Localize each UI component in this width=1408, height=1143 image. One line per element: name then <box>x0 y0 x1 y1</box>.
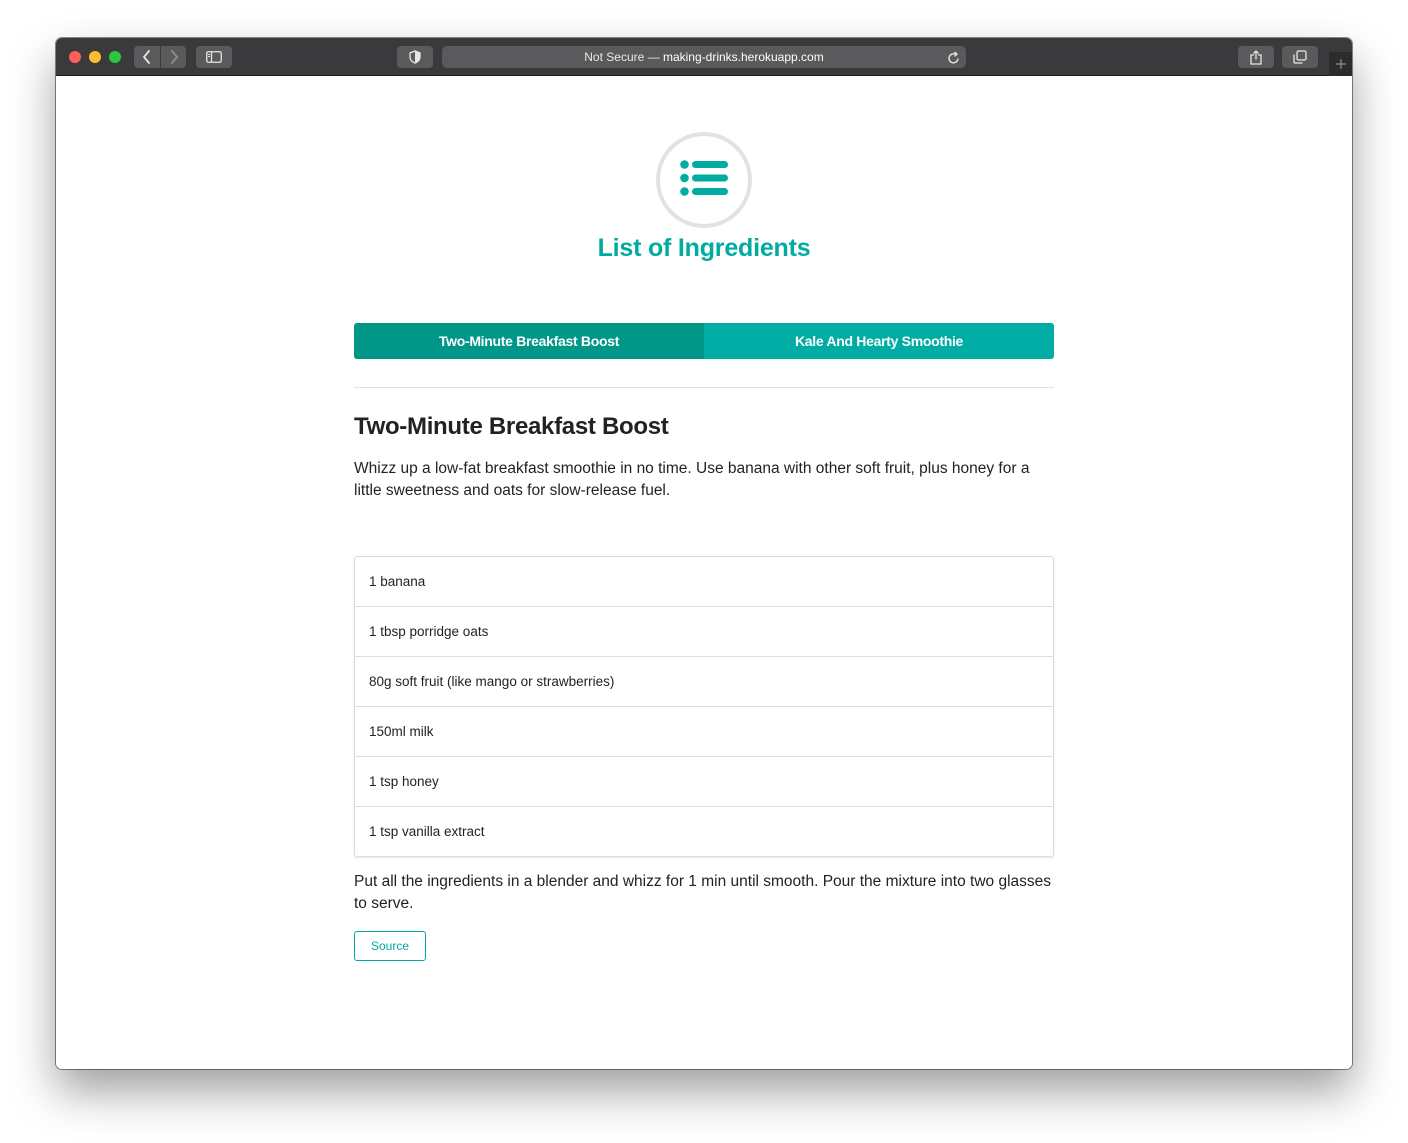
ingredient-item: 1 tsp honey <box>355 757 1053 807</box>
address-host: making-drinks.herokuapp.com <box>662 50 824 64</box>
ingredient-item: 150ml milk <box>355 707 1053 757</box>
ingredient-list: 1 banana 1 tbsp porridge oats 80g soft f… <box>354 556 1054 857</box>
recipe-title: Two-Minute Breakfast Boost <box>354 413 669 440</box>
close-window-button[interactable] <box>69 51 81 63</box>
recipe-instructions: Put all the ingredients in a blender and… <box>354 873 1052 912</box>
tab-kale-and-hearty-smoothie[interactable]: Kale And Hearty Smoothie <box>704 323 1054 359</box>
browser-window: Not Secure — making-drinks.herokuapp.com <box>56 38 1352 1069</box>
privacy-report-button[interactable] <box>397 46 433 68</box>
show-tabs-button[interactable] <box>1282 46 1318 68</box>
share-button[interactable] <box>1238 46 1274 68</box>
back-icon <box>143 50 150 64</box>
page-content: List of Ingredients Two-Minute Breakfast… <box>56 76 1352 1069</box>
tab-two-minute-breakfast-boost[interactable]: Two-Minute Breakfast Boost <box>354 323 704 359</box>
list-icon <box>680 160 728 196</box>
new-tab-button[interactable] <box>1329 52 1352 76</box>
source-button[interactable]: Source <box>354 931 426 961</box>
ingredient-item: 80g soft fruit (like mango or strawberri… <box>355 657 1053 707</box>
divider <box>354 387 1054 388</box>
tabs-icon <box>1293 50 1307 64</box>
minimize-window-button[interactable] <box>89 51 101 63</box>
browser-toolbar: Not Secure — making-drinks.herokuapp.com <box>56 38 1352 76</box>
ingredient-item: 1 tbsp porridge oats <box>355 607 1053 657</box>
zoom-window-button[interactable] <box>109 51 121 63</box>
ingredient-item: 1 tsp vanilla extract <box>369 824 485 839</box>
page-title: List of Ingredients <box>597 234 811 262</box>
back-button[interactable] <box>134 46 160 68</box>
forward-icon <box>170 50 178 64</box>
reload-button[interactable] <box>947 50 960 72</box>
reload-icon <box>948 51 959 64</box>
shield-icon <box>409 50 421 64</box>
recipe-tabs: Two-Minute Breakfast Boost Kale And Hear… <box>354 323 1054 359</box>
sidebar-button[interactable] <box>196 46 232 68</box>
sidebar-icon <box>206 51 222 63</box>
forward-button[interactable] <box>161 46 186 68</box>
address-bar[interactable]: Not Secure — making-drinks.herokuapp.com <box>442 46 966 68</box>
plus-icon <box>1335 59 1346 69</box>
address-security-label: Not Secure — <box>584 50 663 64</box>
share-icon <box>1250 49 1262 65</box>
logo <box>656 132 752 228</box>
recipe-description: Whizz up a low-fat breakfast smoothie in… <box>354 460 1030 499</box>
ingredient-item: 1 banana <box>355 557 1053 607</box>
